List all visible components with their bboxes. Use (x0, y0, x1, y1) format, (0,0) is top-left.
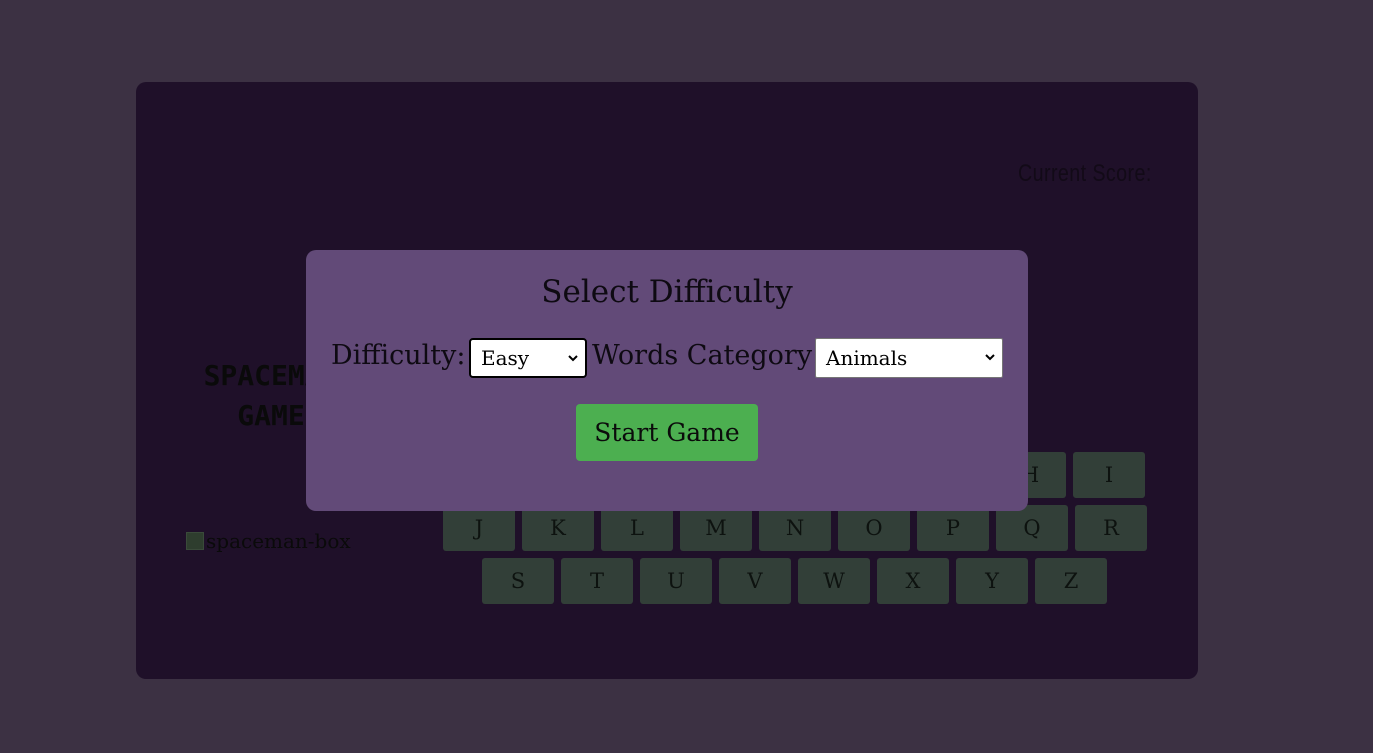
key-l[interactable]: L (601, 505, 673, 551)
key-r[interactable]: R (1075, 505, 1147, 551)
key-o[interactable]: O (838, 505, 910, 551)
start-game-button[interactable]: Start Game (576, 404, 758, 461)
difficulty-select[interactable]: Easy (469, 338, 587, 378)
spaceman-image-alt: spaceman-box (206, 529, 351, 553)
key-n[interactable]: N (759, 505, 831, 551)
key-j[interactable]: J (443, 505, 515, 551)
spaceman-image: spaceman-box (186, 529, 351, 553)
chevron-down-icon (568, 355, 578, 362)
broken-image-icon (186, 532, 204, 550)
key-m[interactable]: M (680, 505, 752, 551)
keyboard-row-3: S T U V W X Y Z (482, 558, 1107, 604)
key-q[interactable]: Q (996, 505, 1068, 551)
key-t[interactable]: T (561, 558, 633, 604)
key-y[interactable]: Y (956, 558, 1028, 604)
key-i[interactable]: I (1073, 452, 1145, 498)
key-z[interactable]: Z (1035, 558, 1107, 604)
keyboard-row-2: J K L M N O P Q R (443, 505, 1147, 551)
words-category-select-value: Animals (826, 346, 908, 370)
key-w[interactable]: W (798, 558, 870, 604)
key-x[interactable]: X (877, 558, 949, 604)
difficulty-label: Difficulty: (331, 340, 466, 371)
words-category-label: Words Category: (592, 340, 822, 371)
key-s[interactable]: S (482, 558, 554, 604)
key-u[interactable]: U (640, 558, 712, 604)
key-k[interactable]: K (522, 505, 594, 551)
modal-title: Select Difficulty (541, 274, 793, 310)
chevron-down-icon (985, 354, 995, 361)
difficulty-select-value: Easy (481, 346, 530, 370)
words-category-select[interactable]: Animals (815, 338, 1003, 378)
key-v[interactable]: V (719, 558, 791, 604)
current-score-label: Current Score: (1018, 160, 1152, 187)
key-p[interactable]: P (917, 505, 989, 551)
